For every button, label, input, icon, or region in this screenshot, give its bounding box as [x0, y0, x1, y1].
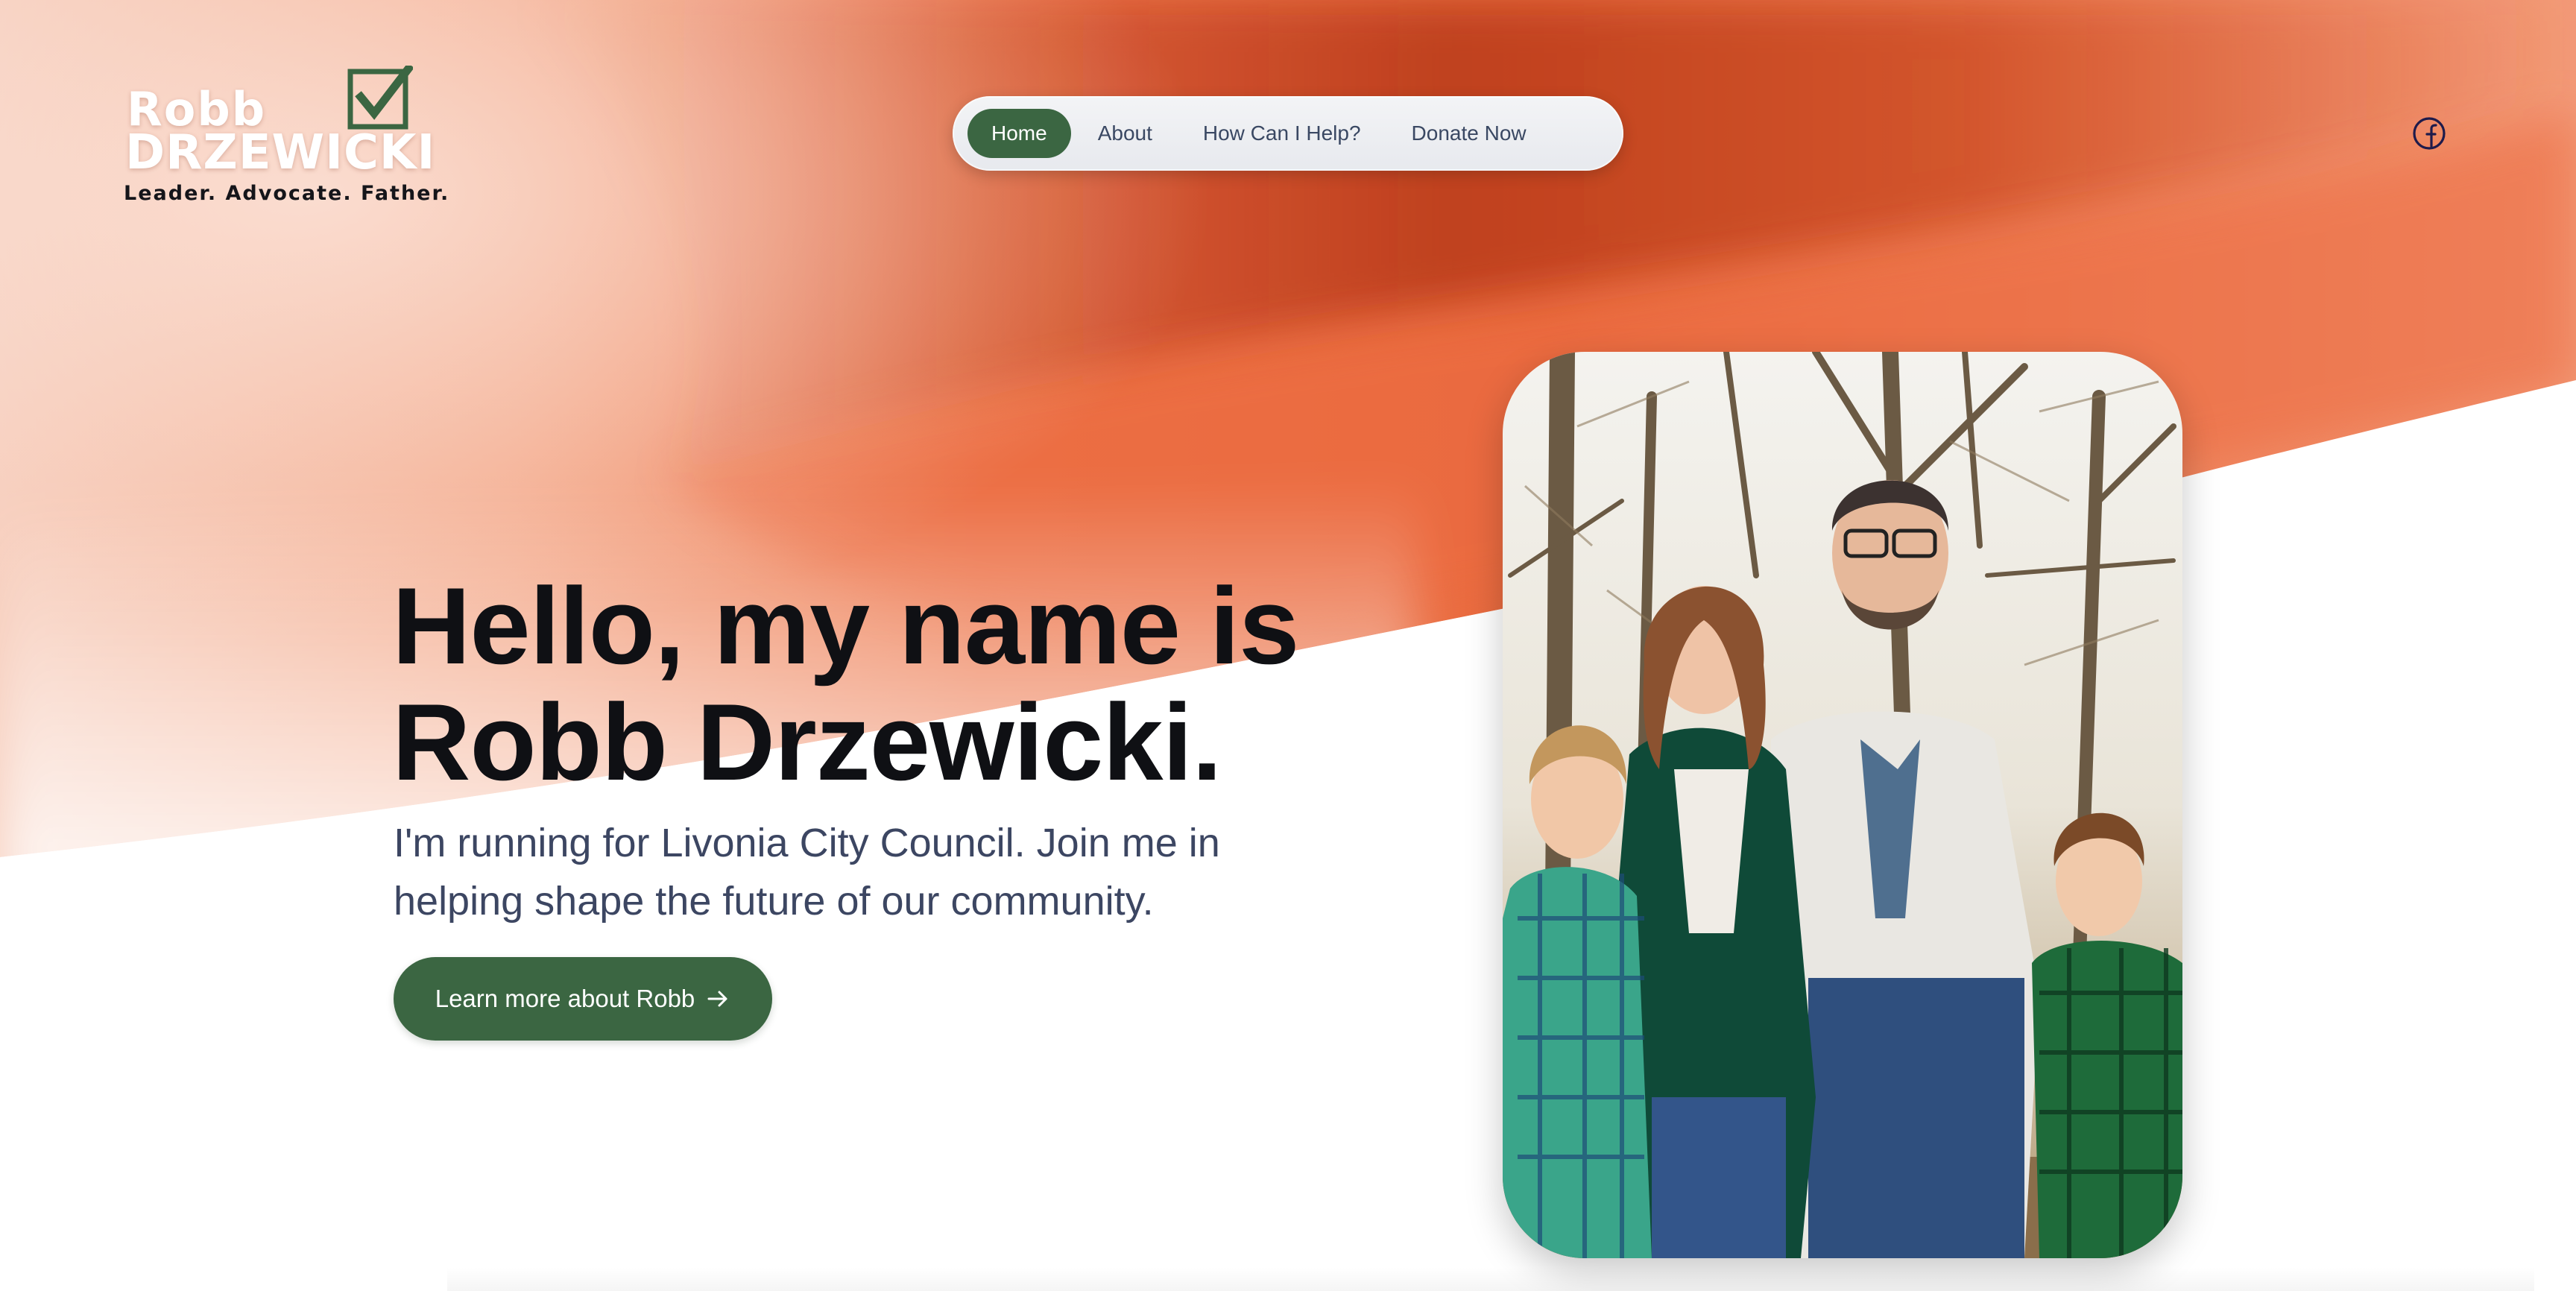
hero-subtitle-line1: I'm running for Livonia City Council. Jo…	[394, 821, 1220, 865]
learn-more-button[interactable]: Learn more about Robb	[394, 957, 772, 1041]
hero-title-line1: Hello, my name is	[392, 565, 1299, 686]
arrow-right-icon	[707, 991, 727, 1007]
nav-item-about[interactable]: About	[1074, 109, 1176, 158]
learn-more-label: Learn more about Robb	[435, 985, 695, 1012]
page: Robb DRZEWICKI Leader. Advocate. Father.…	[0, 0, 2576, 1291]
site-logo[interactable]: Robb DRZEWICKI Leader. Advocate. Father.	[121, 66, 448, 215]
family-photo	[1503, 352, 2182, 1258]
hero-title-line2: Robb Drzewicki.	[392, 681, 1222, 803]
nav-item-home[interactable]: Home	[967, 109, 1071, 158]
main-nav: Home About How Can I Help? Donate Now	[953, 96, 1623, 171]
logo-tagline: Leader. Advocate. Father.	[124, 182, 450, 205]
facebook-icon[interactable]	[2412, 116, 2446, 151]
nav-item-donate-now[interactable]: Donate Now	[1388, 109, 1550, 158]
checkbox-check-icon	[347, 66, 413, 130]
hero-subtitle: I'm running for Livonia City Council. Jo…	[394, 814, 1288, 930]
section-divider-shadow	[447, 1267, 2534, 1291]
logo-last-name: DRZEWICKI	[125, 125, 436, 180]
nav-item-how-can-i-help[interactable]: How Can I Help?	[1179, 109, 1385, 158]
hero-title: Hello, my name is Robb Drzewicki.	[392, 568, 1361, 801]
hero-subtitle-line2: helping shape the future of our communit…	[394, 879, 1154, 924]
